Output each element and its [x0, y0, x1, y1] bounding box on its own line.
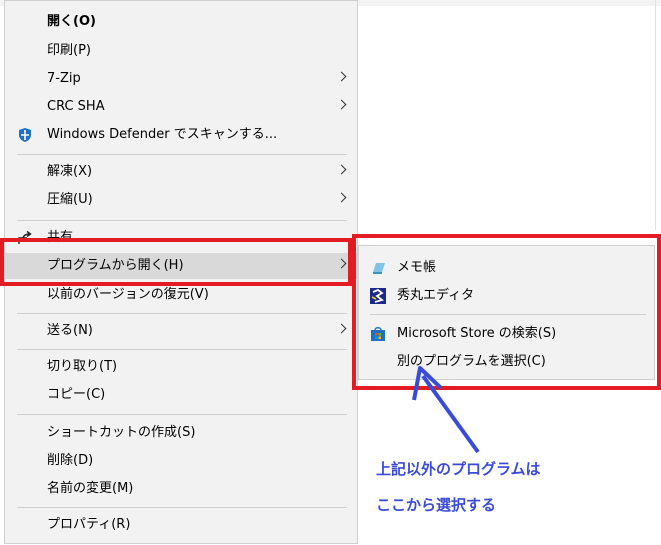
annotation-text-line2: ここから選択する — [376, 496, 497, 514]
annotation-text-line1: 上記以外のプログラムは — [376, 460, 541, 478]
annotation-arrow — [412, 366, 480, 454]
